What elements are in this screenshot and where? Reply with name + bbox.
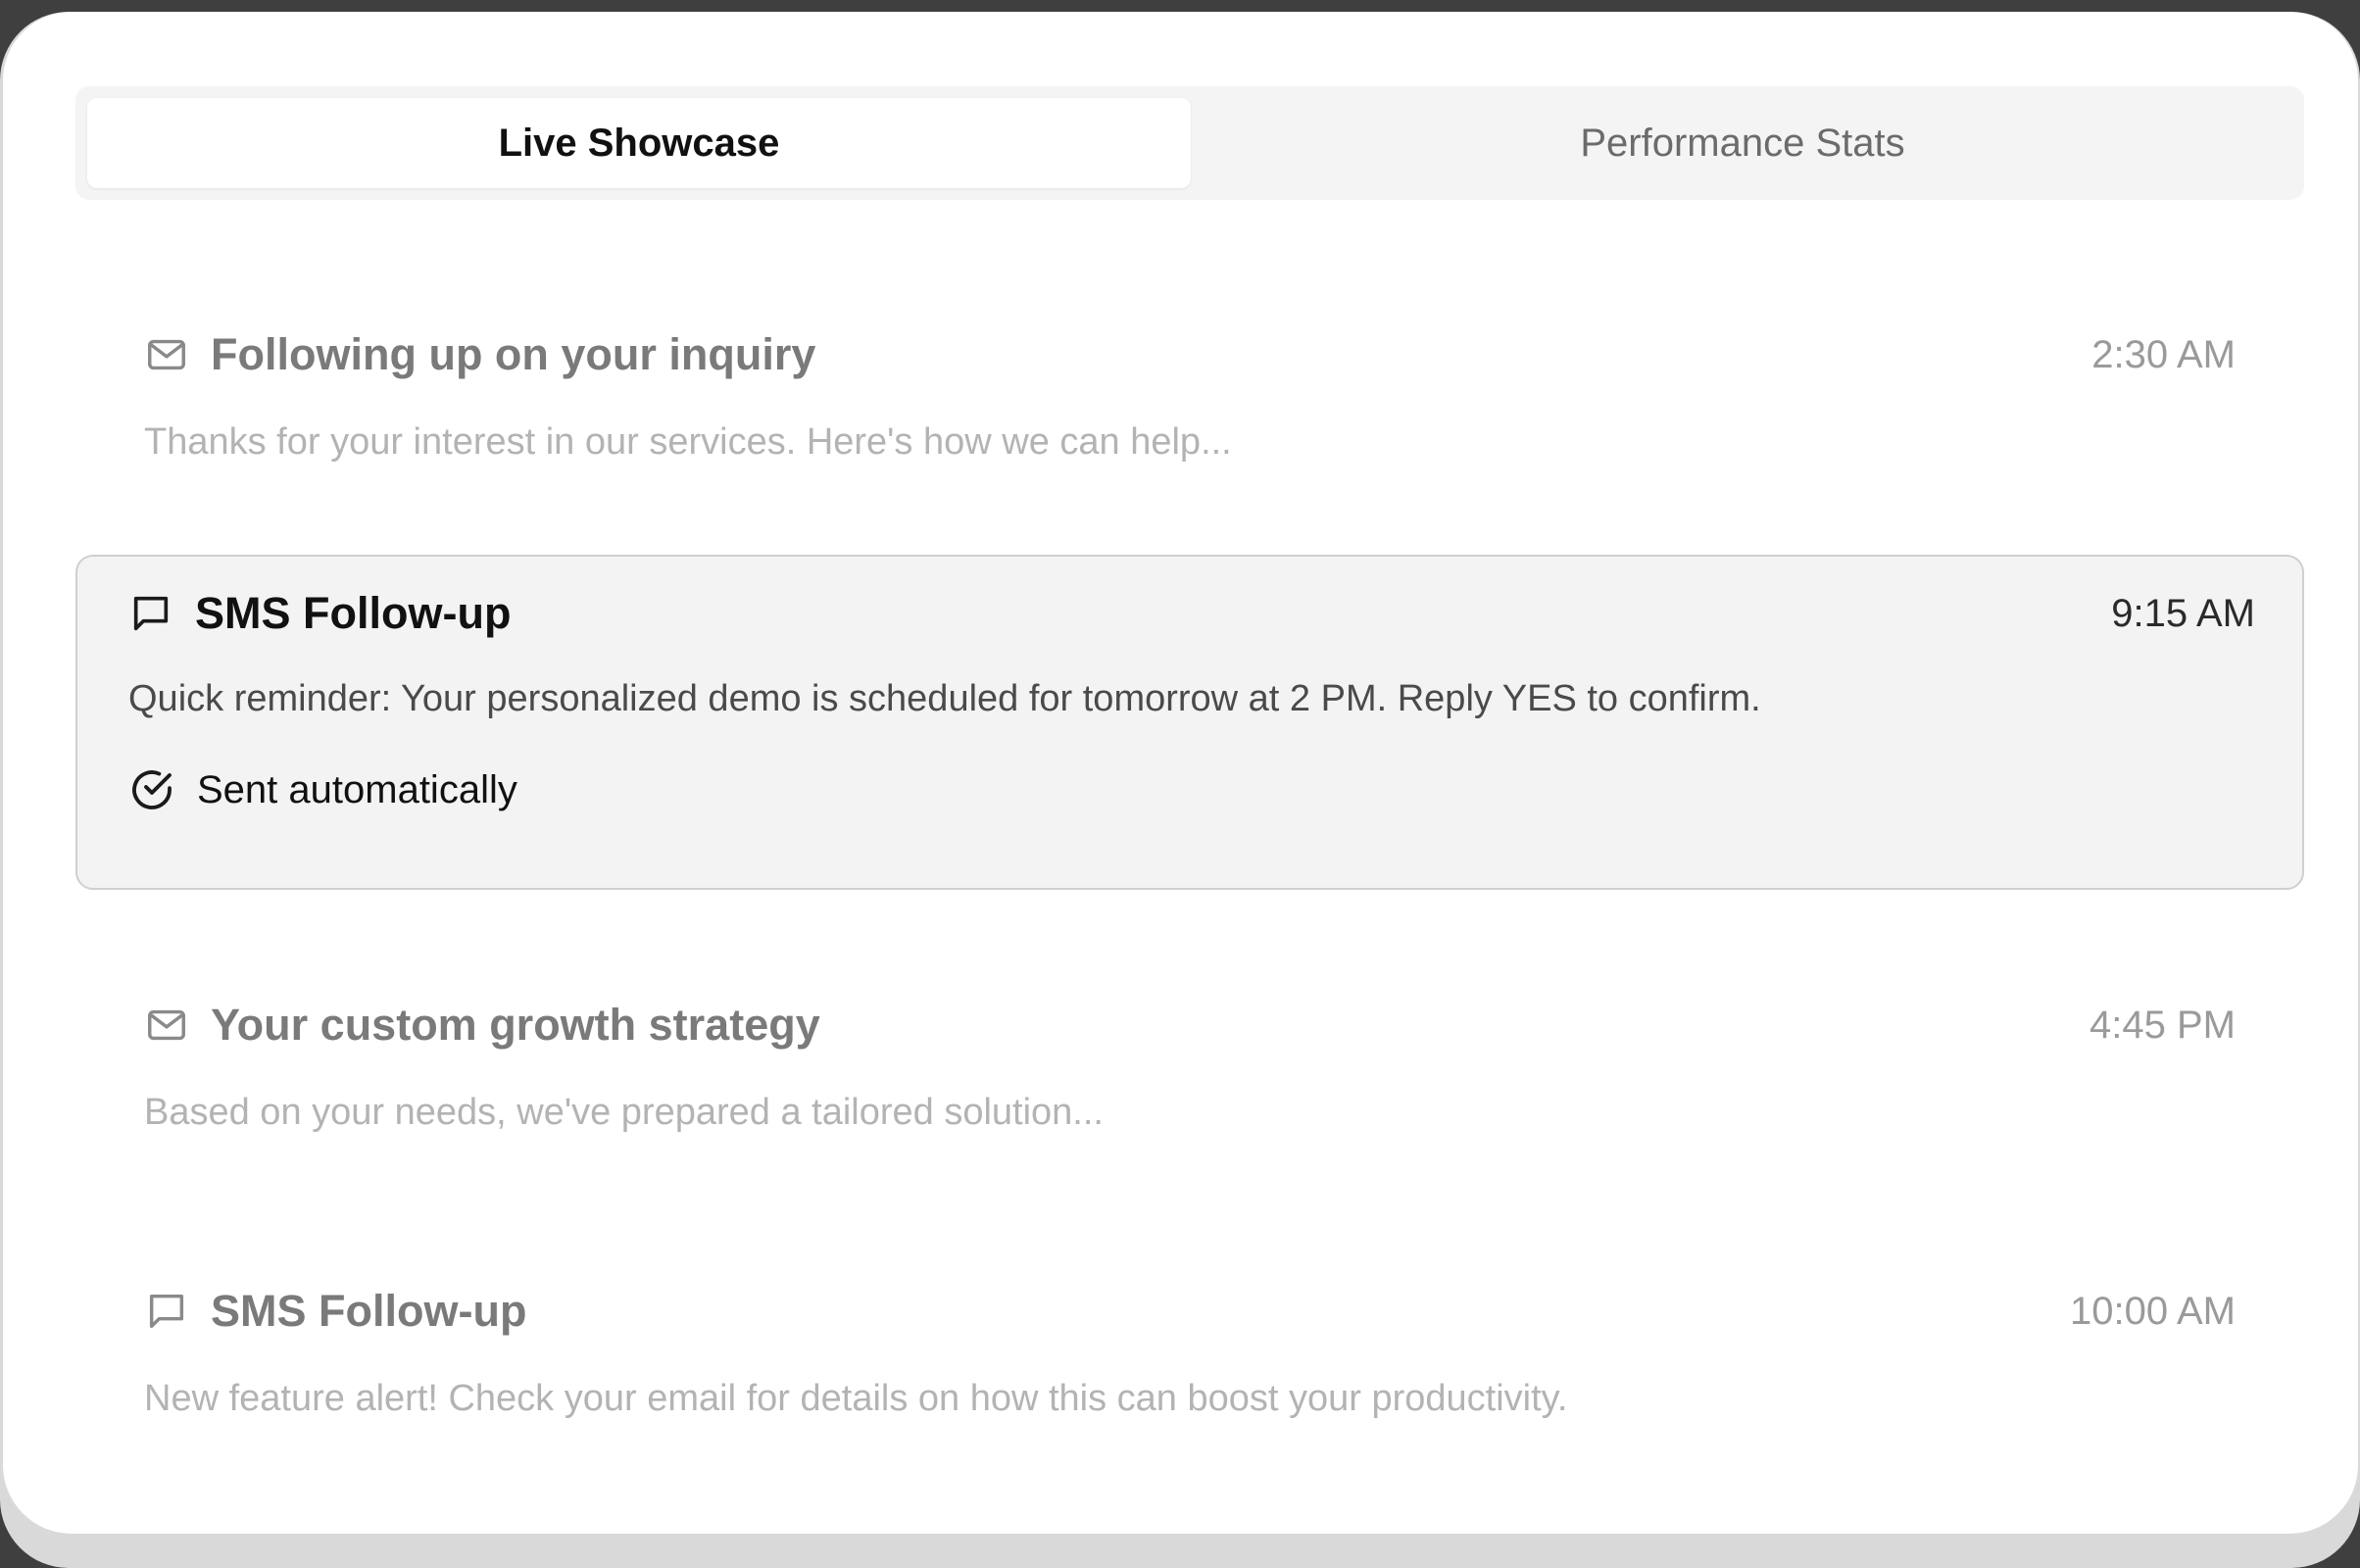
message-icon	[128, 591, 173, 636]
message-preview: New feature alert! Check your email for …	[144, 1378, 1568, 1419]
mail-icon	[144, 1003, 189, 1048]
message-item[interactable]: Following up on your inquiry 2:30 AM Tha…	[75, 306, 2304, 521]
message-item[interactable]: SMS Follow-up 10:00 AM New feature alert…	[75, 1260, 2304, 1476]
message-title: SMS Follow-up	[211, 1286, 527, 1336]
message-preview: Based on your needs, we've prepared a ta…	[144, 1092, 1104, 1133]
message-time: 2:30 AM	[2091, 332, 2236, 376]
showcase-card: Live Showcase Performance Stats Followin…	[3, 12, 2358, 1534]
check-circle-icon	[128, 766, 175, 813]
message-title: Following up on your inquiry	[211, 329, 816, 379]
mail-icon	[144, 332, 189, 377]
message-body: Quick reminder: Your personalized demo i…	[128, 678, 1761, 719]
window-frame: Live Showcase Performance Stats Followin…	[0, 12, 2360, 1568]
message-time: 4:45 PM	[2090, 1003, 2236, 1047]
sent-status: Sent automatically	[128, 766, 517, 813]
tab-bar: Live Showcase Performance Stats	[75, 86, 2304, 200]
message-time: 10:00 AM	[2069, 1289, 2236, 1333]
tab-live-showcase[interactable]: Live Showcase	[87, 98, 1191, 188]
message-preview: Thanks for your interest in our services…	[144, 421, 1232, 463]
tab-performance-stats[interactable]: Performance Stats	[1191, 98, 2294, 188]
status-label: Sent automatically	[197, 767, 517, 811]
message-item[interactable]: Your custom growth strategy 4:45 PM Base…	[75, 974, 2304, 1190]
message-time: 9:15 AM	[2111, 591, 2255, 635]
message-title: SMS Follow-up	[195, 588, 512, 638]
message-item-active[interactable]: SMS Follow-up 9:15 AM Quick reminder: Yo…	[75, 555, 2304, 890]
message-title: Your custom growth strategy	[211, 1000, 820, 1050]
message-icon	[144, 1289, 189, 1334]
